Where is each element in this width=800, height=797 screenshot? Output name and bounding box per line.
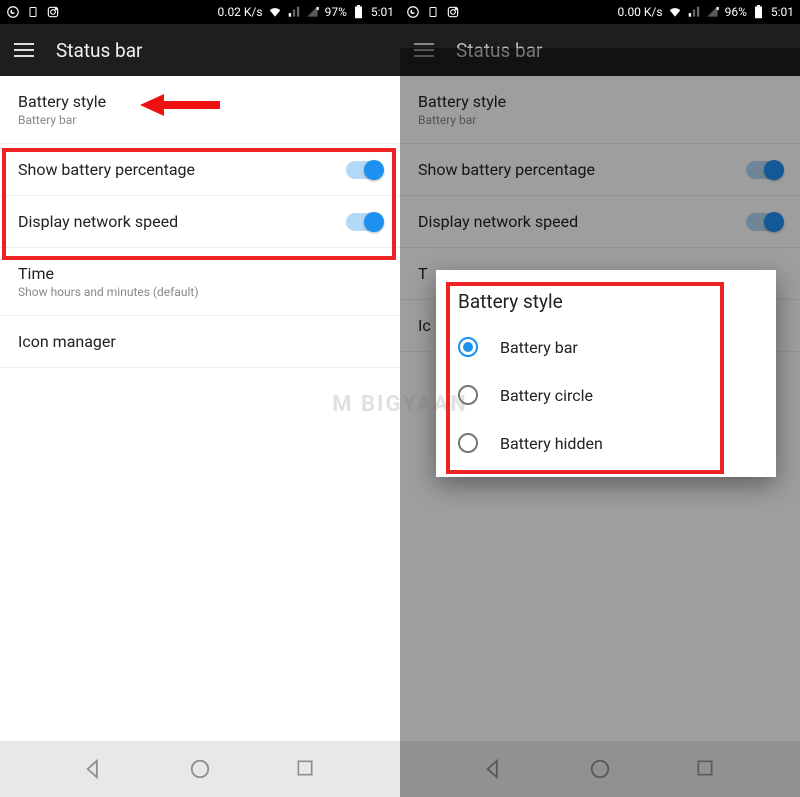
radio-unchecked-icon[interactable] — [458, 385, 478, 405]
settings-list: Battery style Battery bar Show battery p… — [0, 76, 400, 741]
dialog-battery-style: Battery style Battery bar Battery circle… — [436, 270, 776, 477]
item-title: Time — [18, 264, 199, 283]
network-speed: 0.02 K/s — [218, 5, 263, 19]
option-battery-hidden[interactable]: Battery hidden — [436, 419, 776, 467]
nav-bar — [0, 741, 400, 797]
option-label: Battery bar — [500, 338, 578, 357]
radio-unchecked-icon[interactable] — [458, 433, 478, 453]
battery-icon — [352, 5, 366, 19]
whatsapp-icon — [6, 5, 20, 19]
option-battery-circle[interactable]: Battery circle — [436, 371, 776, 419]
signal-icon — [287, 5, 301, 19]
item-show-battery-percentage[interactable]: Show battery percentage — [0, 144, 400, 196]
instagram-icon — [46, 5, 60, 19]
status-bar: 0.00 K/s 96% 5:01 — [400, 0, 800, 24]
radio-checked-icon[interactable] — [458, 337, 478, 357]
home-button[interactable] — [189, 758, 211, 780]
toggle-display-network-speed[interactable] — [346, 213, 382, 231]
item-title: Show battery percentage — [18, 160, 195, 179]
signal-no-sim-icon — [706, 5, 720, 19]
sim-icon — [26, 5, 40, 19]
instagram-icon — [446, 5, 460, 19]
item-battery-style[interactable]: Battery style Battery bar — [0, 76, 400, 144]
item-display-network-speed[interactable]: Display network speed — [0, 196, 400, 248]
wifi-icon — [668, 5, 682, 19]
option-battery-bar[interactable]: Battery bar — [436, 323, 776, 371]
item-subtitle: Battery bar — [18, 113, 106, 127]
battery-percentage: 96% — [725, 5, 747, 19]
clock: 5:01 — [771, 5, 794, 19]
item-icon-manager[interactable]: Icon manager — [0, 316, 400, 368]
signal-no-sim-icon — [306, 5, 320, 19]
whatsapp-icon — [406, 5, 420, 19]
page-title: Status bar — [56, 39, 142, 62]
battery-icon — [752, 5, 766, 19]
item-time[interactable]: Time Show hours and minutes (default) — [0, 248, 400, 316]
item-title: Battery style — [18, 92, 106, 111]
app-bar: Status bar — [0, 24, 400, 76]
phone-left: 0.02 K/s 97% 5:01 Status bar — [0, 0, 400, 797]
recents-button[interactable] — [295, 758, 317, 780]
wifi-icon — [268, 5, 282, 19]
signal-icon — [687, 5, 701, 19]
option-label: Battery hidden — [500, 434, 603, 453]
back-button[interactable] — [84, 758, 106, 780]
menu-icon[interactable] — [14, 43, 34, 57]
network-speed: 0.00 K/s — [618, 5, 663, 19]
status-bar: 0.02 K/s 97% 5:01 — [0, 0, 400, 24]
item-title: Display network speed — [18, 212, 178, 231]
toggle-show-battery-percentage[interactable] — [346, 161, 382, 179]
item-title: Icon manager — [18, 332, 116, 351]
option-label: Battery circle — [500, 386, 593, 405]
dialog-title: Battery style — [436, 290, 776, 323]
item-subtitle: Show hours and minutes (default) — [18, 285, 199, 299]
battery-percentage: 97% — [325, 5, 347, 19]
sim-icon — [426, 5, 440, 19]
clock: 5:01 — [371, 5, 394, 19]
